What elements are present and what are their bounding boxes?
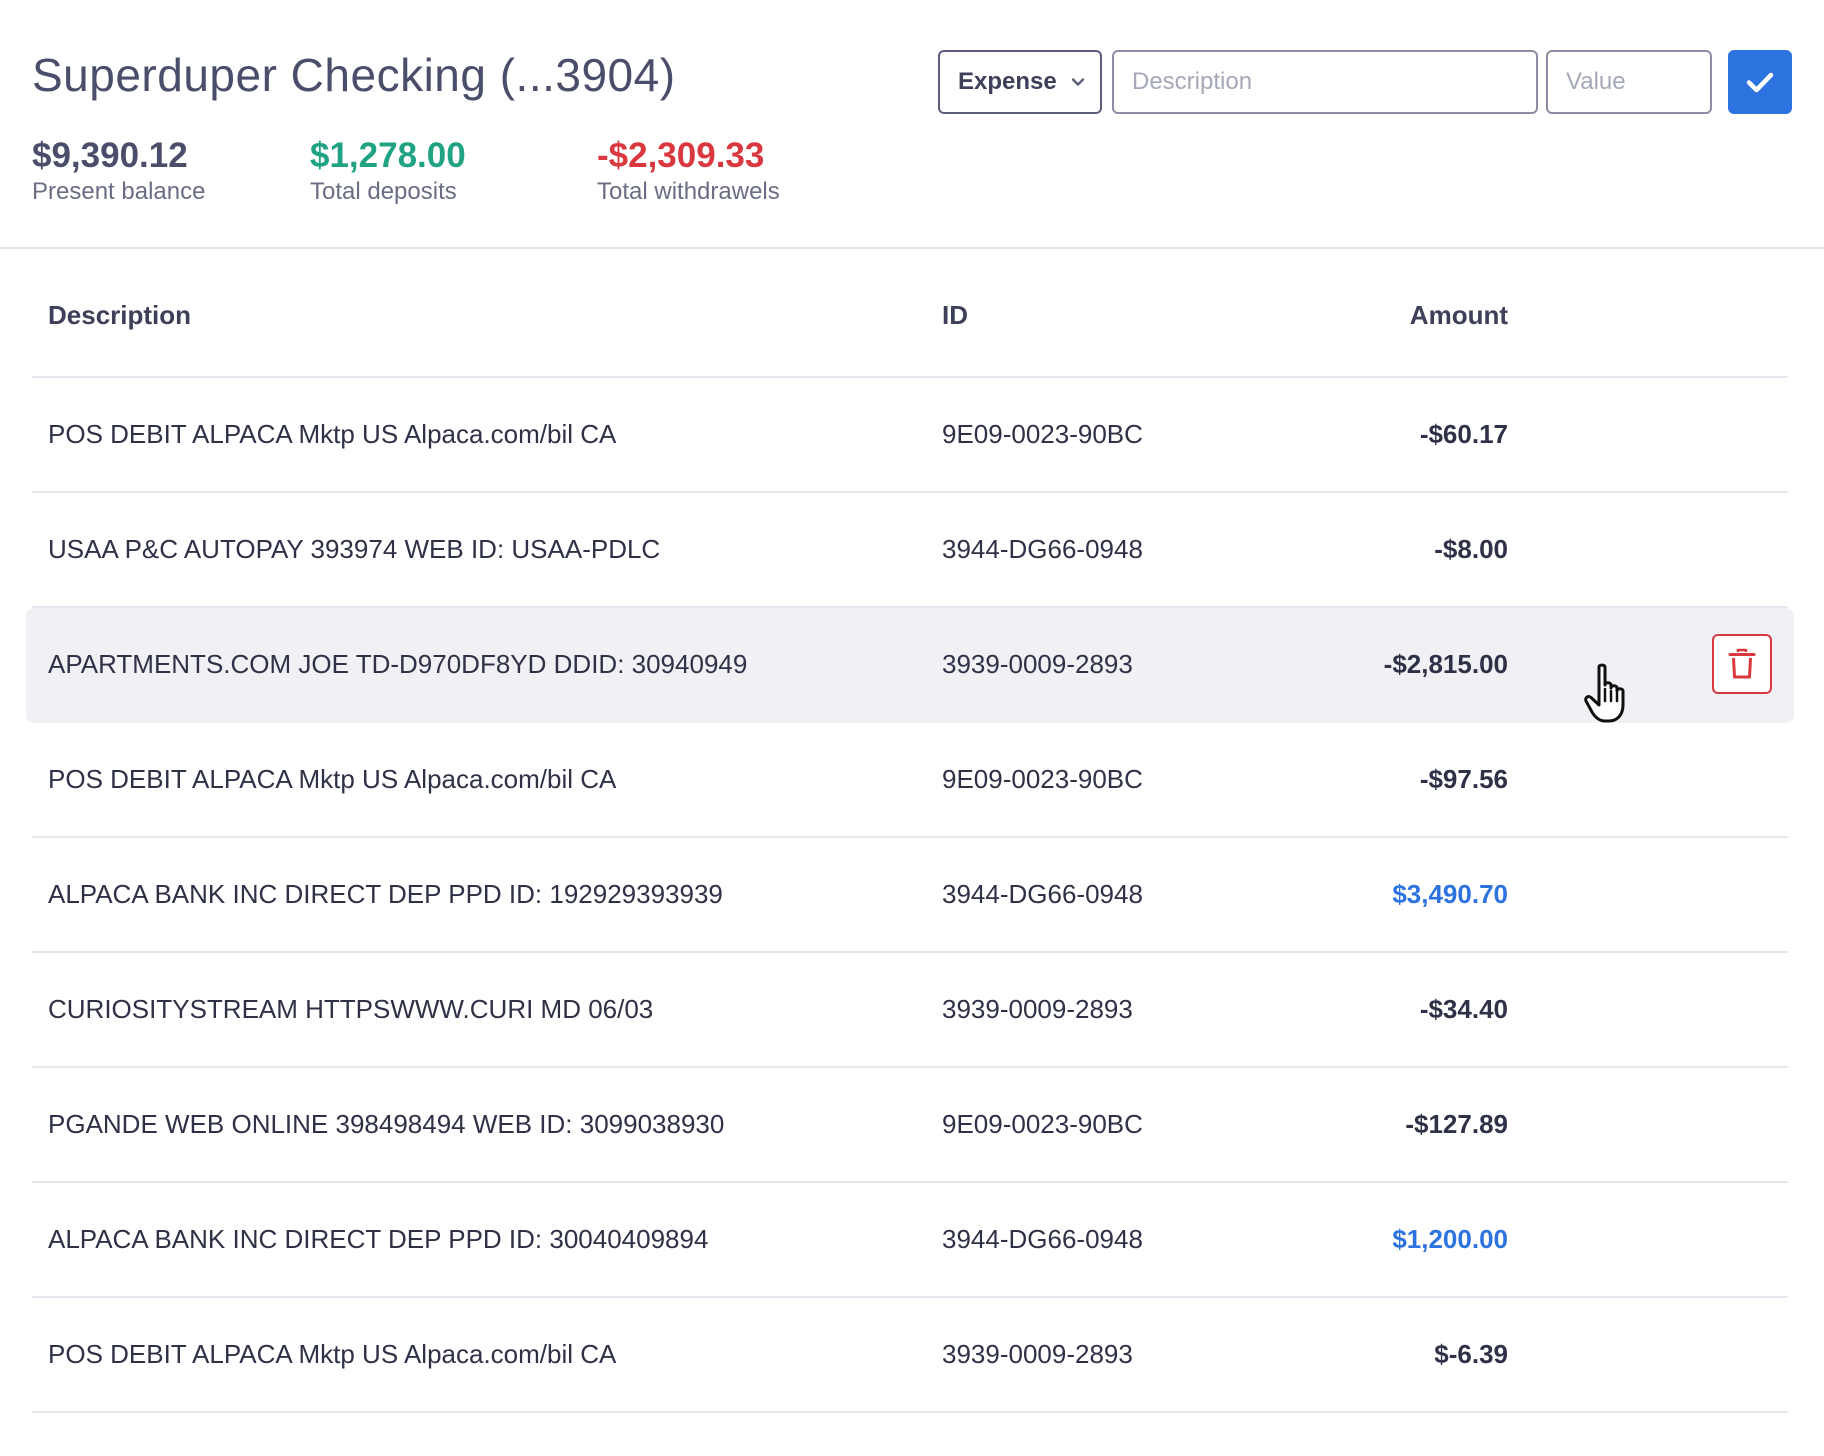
transaction-description: ALPACA BANK INC DIRECT DEP PPD ID: 19292… xyxy=(48,879,723,909)
transaction-amount: -$97.56 xyxy=(1419,764,1508,794)
table-row[interactable]: PGANDE WEB ONLINE 398498494 WEB ID: 3099… xyxy=(32,1068,1788,1183)
account-header: Superduper Checking (...3904) $9,390.12 … xyxy=(0,0,1824,249)
table-row[interactable]: POS DEBIT ALPACA Mktp US Alpaca.com/bil … xyxy=(32,723,1788,838)
transaction-id: 3939-0009-2893 xyxy=(942,649,1133,679)
table-row[interactable]: ALPACA BANK INC DIRECT DEP PPD ID: 30040… xyxy=(32,1183,1788,1298)
total-withdrawals-value: -$2,309.33 xyxy=(597,136,765,175)
present-balance-value: $9,390.12 xyxy=(32,136,188,175)
total-deposits-value: $1,278.00 xyxy=(310,136,466,175)
transaction-id: 3944-DG66-0948 xyxy=(942,534,1143,564)
check-icon xyxy=(1746,72,1774,93)
delete-transaction-button[interactable] xyxy=(1712,634,1772,694)
transaction-id: 9E09-0023-90BC xyxy=(942,419,1143,449)
table-row[interactable]: POS DEBIT ALPACA Mktp US Alpaca.com/bil … xyxy=(32,378,1788,493)
transaction-description: POS DEBIT ALPACA Mktp US Alpaca.com/bil … xyxy=(48,419,617,449)
transaction-type-value: Expense xyxy=(958,68,1057,95)
transaction-amount: -$60.17 xyxy=(1419,419,1508,449)
transaction-id: 3944-DG66-0948 xyxy=(942,879,1143,909)
table-row[interactable]: ALPACA BANK INC DIRECT DEP PPD ID: 19292… xyxy=(32,838,1788,953)
confirm-button[interactable] xyxy=(1728,50,1792,114)
transaction-type-select[interactable]: Expense xyxy=(938,50,1102,114)
transaction-id: 3939-0009-2893 xyxy=(942,1339,1133,1369)
total-deposits-label: Total deposits xyxy=(310,178,457,205)
transaction-description: POS DEBIT ALPACA Mktp US Alpaca.com/bil … xyxy=(48,1339,617,1369)
stat-total-deposits: $1,278.00 Total deposits xyxy=(310,136,466,208)
transaction-amount: $3,490.70 xyxy=(1392,879,1508,909)
column-header-id[interactable]: ID xyxy=(942,300,968,331)
transaction-amount: $1,200.00 xyxy=(1392,1224,1508,1254)
transaction-id: 9E09-0023-90BC xyxy=(942,1109,1143,1139)
description-input[interactable] xyxy=(1112,50,1538,114)
table-body: POS DEBIT ALPACA Mktp US Alpaca.com/bil … xyxy=(26,378,1794,1413)
column-header-description[interactable]: Description xyxy=(48,300,191,331)
present-balance-label: Present balance xyxy=(32,178,206,205)
chevron-down-icon xyxy=(1071,78,1085,86)
transaction-description: POS DEBIT ALPACA Mktp US Alpaca.com/bil … xyxy=(48,764,617,794)
column-header-amount[interactable]: Amount xyxy=(1410,300,1508,331)
transaction-id: 3944-DG66-0948 xyxy=(942,1224,1143,1254)
transaction-id: 9E09-0023-90BC xyxy=(942,764,1143,794)
transaction-description: USAA P&C AUTOPAY 393974 WEB ID: USAA-PDL… xyxy=(48,534,661,564)
transactions-table: Description ID Amount POS DEBIT ALPACA M… xyxy=(26,262,1794,1413)
table-row[interactable]: APARTMENTS.COM JOE TD-D970DF8YD DDID: 30… xyxy=(26,608,1794,723)
table-row[interactable]: USAA P&C AUTOPAY 393974 WEB ID: USAA-PDL… xyxy=(32,493,1788,608)
table-header: Description ID Amount xyxy=(32,262,1788,378)
transaction-amount: -$8.00 xyxy=(1434,534,1508,564)
transaction-description: PGANDE WEB ONLINE 398498494 WEB ID: 3099… xyxy=(48,1109,725,1139)
transaction-amount: $-6.39 xyxy=(1434,1339,1508,1369)
table-row[interactable]: POS DEBIT ALPACA Mktp US Alpaca.com/bil … xyxy=(32,1298,1788,1413)
transaction-description: CURIOSITYSTREAM HTTPSWWW.CURI MD 06/03 xyxy=(48,994,654,1024)
stat-total-withdrawals: -$2,309.33 Total withdrawels xyxy=(597,136,780,208)
transaction-amount: -$34.40 xyxy=(1419,994,1508,1024)
value-input[interactable] xyxy=(1546,50,1712,114)
transaction-id: 3939-0009-2893 xyxy=(942,994,1133,1024)
trash-icon xyxy=(1728,648,1756,679)
transaction-description: ALPACA BANK INC DIRECT DEP PPD ID: 30040… xyxy=(48,1224,709,1254)
transaction-amount: -$2,815.00 xyxy=(1383,649,1508,679)
stat-present-balance: $9,390.12 Present balance xyxy=(32,136,205,208)
total-withdrawals-label: Total withdrawels xyxy=(597,178,780,205)
table-row[interactable]: CURIOSITYSTREAM HTTPSWWW.CURI MD 06/03 39… xyxy=(32,953,1788,1068)
transaction-description: APARTMENTS.COM JOE TD-D970DF8YD DDID: 30… xyxy=(48,649,748,679)
transaction-amount: -$127.89 xyxy=(1405,1109,1508,1139)
page-title: Superduper Checking (...3904) xyxy=(32,49,676,101)
